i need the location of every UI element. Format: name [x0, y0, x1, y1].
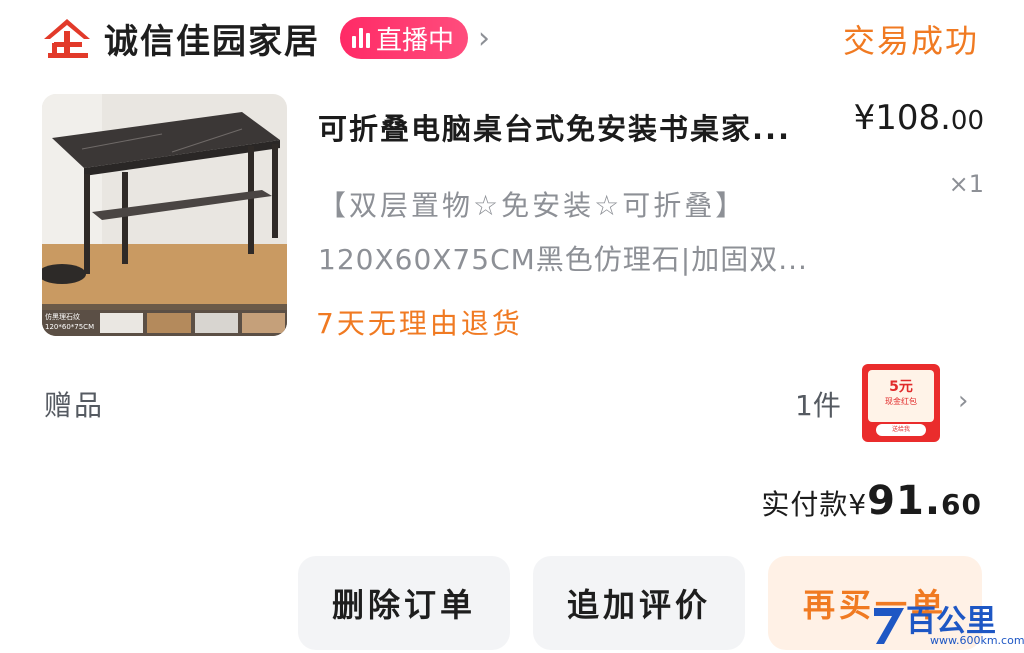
- paid-amount-dec: 60: [941, 488, 982, 521]
- paid-currency: ¥: [848, 488, 868, 521]
- paid-amount: 实付款 ¥ 91. 60: [761, 478, 982, 524]
- coupon-card: 5元 现金红包: [868, 370, 934, 422]
- red-packet-coupon[interactable]: 5元 现金红包 送给我: [862, 364, 940, 442]
- live-badge[interactable]: 直播中: [340, 17, 469, 59]
- enterprise-shop-icon: [44, 19, 90, 58]
- watermark-url: www.600km.com: [930, 634, 1024, 647]
- coupon-foot: 送给我: [876, 424, 926, 436]
- product-photo: [42, 94, 287, 336]
- product-quantity: ×1: [948, 170, 984, 198]
- paid-amount-int: 91.: [867, 478, 942, 524]
- chevron-right-icon[interactable]: ›: [478, 21, 490, 56]
- product-thumbnail-strip: 仿黑理石纹 120*60*75CM: [42, 310, 287, 336]
- paid-label: 实付款: [761, 488, 849, 521]
- product-spec-line1: 【双层置物☆免安装☆可折叠】: [318, 189, 747, 222]
- product-title[interactable]: 可折叠电脑桌台式免安装书桌家...: [318, 106, 848, 148]
- gift-count[interactable]: 1件: [795, 384, 841, 424]
- product-spec-line2: 120X60X75CM黑色仿理石|加固双...: [318, 243, 808, 276]
- image-size-text: 120*60*75CM: [45, 323, 95, 331]
- watermark-mark-icon: [874, 608, 904, 644]
- order-status: 交易成功: [842, 22, 979, 60]
- product-image[interactable]: 仿黑理石纹 120*60*75CM: [42, 94, 287, 336]
- delete-order-button[interactable]: 删除订单: [298, 556, 510, 650]
- image-caption: 仿黑理石纹 120*60*75CM: [42, 310, 98, 336]
- coupon-desc: 现金红包: [885, 397, 917, 406]
- image-caption-text: 仿黑理石纹: [45, 313, 80, 321]
- live-badge-label: 直播中: [376, 25, 455, 56]
- live-bars-icon: [352, 28, 370, 48]
- shop-name[interactable]: 诚信佳园家居: [104, 14, 320, 63]
- gift-label: 赠品: [44, 389, 105, 422]
- watermark-logo: 百公里 www.600km.com: [870, 596, 1024, 652]
- price-int: ¥108.: [853, 98, 951, 138]
- add-review-button[interactable]: 追加评价: [533, 556, 745, 650]
- return-policy-tag: 7天无理由退货: [316, 307, 523, 340]
- coupon-amount: 5元: [889, 379, 913, 395]
- price-dec: 00: [950, 106, 984, 136]
- chevron-right-icon[interactable]: ›: [958, 386, 968, 416]
- product-price: ¥108.00: [854, 98, 984, 138]
